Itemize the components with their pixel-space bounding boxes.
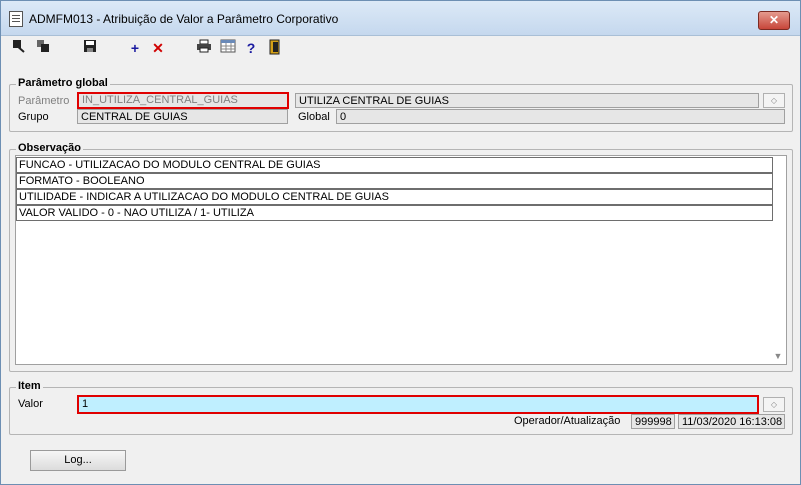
- observacao-legend: Observação: [16, 142, 83, 154]
- document-icon: [9, 11, 23, 27]
- save-icon[interactable]: [81, 39, 99, 57]
- observacao-line: FORMATO - BOOLEANO: [16, 173, 773, 189]
- grid-icon[interactable]: [219, 39, 237, 57]
- toolbar: + ✕ ?: [1, 36, 800, 60]
- global-field: 0: [336, 109, 785, 124]
- help-icon[interactable]: ?: [242, 39, 260, 57]
- parametro-label: Parâmetro: [18, 95, 70, 107]
- parametro-lookup-button[interactable]: ◇: [763, 93, 785, 108]
- global-label: Global: [298, 111, 330, 123]
- observacao-line: UTILIDADE - INDICAR A UTILIZACAO DO MODU…: [16, 189, 773, 205]
- observacao-list[interactable]: FUNCAO - UTILIZACAO DO MODULO CENTRAL DE…: [15, 155, 787, 365]
- atualizacao-field: 11/03/2020 16:13:08: [678, 414, 785, 429]
- add-icon[interactable]: +: [126, 39, 144, 57]
- valor-label: Valor: [18, 398, 43, 410]
- observacao-line: VALOR VALIDO - 0 - NAO UTILIZA / 1- UTIL…: [16, 205, 773, 221]
- main-window: ADMFM013 - Atribuição de Valor a Parâmet…: [0, 0, 801, 485]
- exit-icon[interactable]: [266, 39, 284, 57]
- log-button[interactable]: Log...: [30, 450, 126, 471]
- print-icon[interactable]: [195, 39, 213, 57]
- close-button[interactable]: ✕: [758, 11, 790, 30]
- nav-back-icon[interactable]: [10, 39, 28, 57]
- grupo-label: Grupo: [18, 111, 49, 123]
- window-title: ADMFM013 - Atribuição de Valor a Parâmet…: [29, 12, 339, 26]
- valor-lookup-button[interactable]: ◇: [763, 397, 785, 412]
- parametro-descricao-field: UTILIZA CENTRAL DE GUIAS: [295, 93, 759, 108]
- nav-copy-icon[interactable]: [34, 39, 52, 57]
- item-legend: Item: [16, 380, 43, 392]
- valor-field[interactable]: 1: [77, 395, 759, 414]
- delete-icon[interactable]: ✕: [149, 39, 167, 57]
- parametro-global-legend: Parâmetro global: [16, 77, 110, 89]
- observacao-line: FUNCAO - UTILIZACAO DO MODULO CENTRAL DE…: [16, 157, 773, 173]
- parametro-field[interactable]: IN_UTILIZA_CENTRAL_GUIAS: [77, 92, 289, 109]
- operador-field: 999998: [631, 414, 675, 429]
- operador-atualizacao-label: Operador/Atualização: [514, 415, 621, 427]
- scroll-down-icon[interactable]: ▼: [772, 350, 784, 362]
- title-bar: ADMFM013 - Atribuição de Valor a Parâmet…: [1, 1, 800, 36]
- grupo-field: CENTRAL DE GUIAS: [77, 109, 288, 124]
